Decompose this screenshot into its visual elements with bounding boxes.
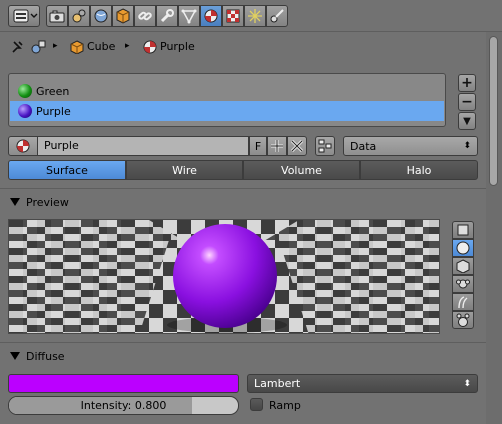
scene-icon [72,9,86,23]
diffuse-title: Diffuse [26,349,65,363]
preview-cube-button[interactable] [452,257,474,275]
editor-type-icon [13,9,38,23]
list-item[interactable]: Purple [10,101,444,121]
preview-header[interactable]: Preview [0,190,486,214]
material-slot-list[interactable]: Green Purple [8,73,446,127]
constraints-tab[interactable] [134,5,156,27]
preview-spheres-button[interactable] [452,311,474,329]
intensity-label: Intensity: 0.800 [80,399,167,412]
breadcrumb-arrow-icon: ▸ [125,41,130,51]
material-name-input[interactable]: Purple [37,136,249,156]
divider [0,188,486,189]
node-editor-toggle[interactable] [315,136,335,156]
intensity-slider[interactable]: Intensity: 0.800 [8,396,239,415]
diffuse-color-swatch[interactable] [8,374,239,393]
unlink-material-button[interactable] [287,136,307,156]
monkey-icon [456,279,470,289]
shader-value: Lambert [254,377,301,390]
ramp-label: Ramp [269,399,301,412]
plus-icon [271,140,283,152]
updown-arrow-icon: ⬍ [463,141,471,151]
material-preview [8,219,440,334]
tab-surface[interactable]: Surface [8,160,126,180]
add-slot-button[interactable]: + [458,74,476,92]
material-icon [143,40,157,54]
cube-icon [70,40,84,54]
camera-icon [49,10,65,23]
link-dropdown[interactable]: Data ⬍ [343,136,478,156]
sphere-icon [456,241,470,255]
slot-specials-menu[interactable]: ▼ [458,112,476,130]
mesh-data-icon [181,9,197,24]
preview-sphere [173,224,277,328]
texture-tab[interactable] [222,5,244,27]
wrench-icon [160,9,174,23]
context-icon [31,40,46,54]
collapse-triangle-icon [10,198,20,206]
diffuse-shader-dropdown[interactable]: Lambert ⬍ [247,374,478,393]
preview-hair-button[interactable] [452,293,474,311]
preview-title: Preview [26,195,69,209]
pin-icon[interactable] [10,40,24,54]
physics-tab[interactable] [266,5,288,27]
breadcrumb-arrow-icon: ▸ [53,41,58,51]
particles-icon [248,9,262,23]
world-icon [94,9,108,23]
plane-icon [457,224,469,236]
browse-material-button[interactable] [8,136,38,156]
material-icon [16,139,30,153]
slot-label: Green [36,84,70,98]
preview-render [9,220,439,333]
diffuse-header[interactable]: Diffuse [0,344,486,368]
close-icon [290,139,304,153]
material-ball-icon [18,104,32,118]
nodetree-icon [318,139,332,153]
link-dropdown-value: Data [350,139,377,153]
material-icon [204,9,218,23]
texture-icon [226,9,240,23]
spheres-icon [456,313,470,327]
tab-volume[interactable]: Volume [243,160,360,180]
preview-sphere-button[interactable] [452,239,474,257]
hair-icon [458,296,468,309]
tab-wire[interactable]: Wire [126,160,243,180]
cube-icon [456,259,470,273]
material-ball-icon [18,84,32,98]
divider [0,342,486,343]
collapse-triangle-icon [10,352,20,360]
breadcrumb-material: Purple [160,40,195,53]
remove-slot-button[interactable]: − [458,93,476,111]
ramp-checkbox[interactable] [250,398,263,411]
editor-type-menu[interactable] [8,5,40,27]
modifiers-tab[interactable] [156,5,178,27]
particles-tab[interactable] [244,5,266,27]
scene-tab[interactable] [68,5,90,27]
preview-flat-button[interactable] [452,221,474,239]
render-tab[interactable] [46,5,68,27]
cube-icon [116,8,130,24]
breadcrumb-object: Cube [87,40,116,53]
scrollbar-thumb[interactable] [489,36,498,186]
updown-arrow-icon: ⬍ [463,378,471,389]
preview-monkey-button[interactable] [452,275,474,293]
slot-label: Purple [36,104,71,118]
new-material-button[interactable] [267,136,287,156]
tab-halo[interactable]: Halo [360,160,478,180]
list-item[interactable]: Green [10,81,444,101]
data-tab[interactable] [178,5,200,27]
material-tab[interactable] [200,5,222,27]
fake-user-button[interactable]: F [249,136,267,156]
chain-icon [138,11,152,21]
properties-header [0,0,502,32]
physics-icon [270,9,284,23]
object-tab[interactable] [112,5,134,27]
world-tab[interactable] [90,5,112,27]
